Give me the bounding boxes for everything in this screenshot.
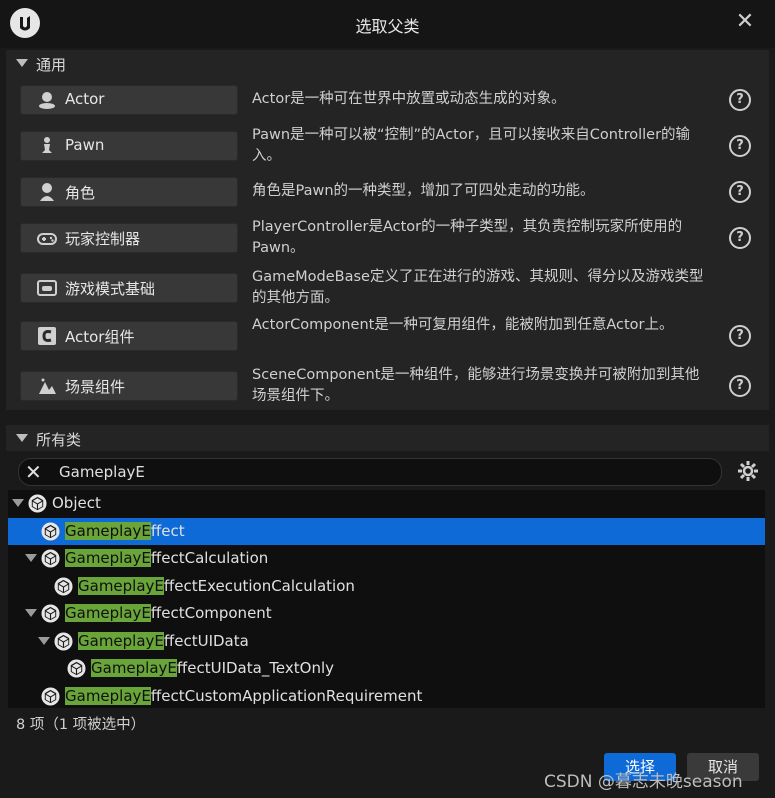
class-label: 场景组件: [65, 378, 126, 396]
class-cube-icon: [41, 604, 60, 623]
expand-arrow-icon[interactable]: [25, 609, 37, 617]
class-description: PlayerController是Actor的一种子类型，其负责控制玩家所使用的…: [252, 219, 683, 256]
class-cube-icon: [41, 549, 60, 568]
class-cube-icon: [54, 576, 73, 596]
class-label: Actor组件: [65, 328, 135, 346]
common-section-header[interactable]: 通用: [6, 50, 769, 76]
tree-item[interactable]: Object: [8, 490, 765, 517]
class-description: GameModeBase定义了正在进行的游戏、其规则、得分以及游戏类型的其他方面…: [252, 269, 704, 306]
search-match-highlight: GameplayE: [78, 576, 164, 595]
class-label: 玩家控制器: [65, 230, 141, 248]
tree-item-label: Object: [52, 494, 101, 512]
class-label: 游戏模式基础: [65, 280, 156, 298]
search-match-highlight: GameplayE: [65, 521, 151, 540]
help-icon[interactable]: ?: [729, 89, 751, 111]
scene-component-icon: [37, 376, 57, 396]
expand-arrow-icon[interactable]: [12, 499, 24, 507]
character-class-button[interactable]: 角色: [20, 177, 238, 207]
game-mode-icon: [37, 278, 57, 298]
class-description: ActorComponent是一种可复用组件，能被附加到任意Actor上。: [252, 317, 674, 333]
search-match-highlight: GameplayE: [65, 604, 151, 622]
tree-item[interactable]: GameplayEffectExecutionCalculation: [8, 573, 765, 600]
class-label: 角色: [65, 184, 96, 202]
class-cube-icon: [41, 686, 60, 706]
class-cube-icon: [28, 494, 47, 513]
tree-item[interactable]: GameplayEffectCalculation: [8, 545, 765, 572]
character-icon: [37, 182, 57, 202]
tree-item-label: GameplayEffectComponent: [65, 604, 272, 622]
tree-item-label: GameplayEffectUIData_TextOnly: [91, 659, 335, 677]
tree-item[interactable]: GameplayEffectCustomApplicationRequireme…: [8, 683, 765, 710]
game-mode-base-class-button[interactable]: 游戏模式基础: [20, 273, 238, 303]
class-search-input[interactable]: ✕ GameplayE: [18, 458, 722, 486]
help-icon[interactable]: ?: [729, 227, 751, 249]
actor-component-icon: [37, 326, 57, 346]
selection-status: 8 项（1 项被选中）: [16, 717, 146, 733]
tree-item-label: GameplayEffectUIData: [78, 631, 249, 650]
section-label: 所有类: [36, 431, 82, 449]
class-description: 角色是Pawn的一种类型，增加了可四处走动的功能。: [252, 183, 595, 199]
pawn-icon: [37, 136, 57, 156]
tree-item-label: GameplayEffectCustomApplicationRequireme…: [65, 686, 423, 705]
search-match-highlight: GameplayE: [65, 549, 151, 567]
actor-class-button[interactable]: Actor: [20, 85, 238, 115]
watermark: CSDN @暮志未晚season: [544, 772, 743, 792]
help-icon[interactable]: ?: [729, 135, 751, 157]
help-icon[interactable]: ?: [729, 181, 751, 203]
tree-item[interactable]: GameplayEffectUIData: [8, 628, 765, 655]
collapse-arrow-icon[interactable]: [16, 434, 28, 442]
close-icon[interactable]: ✕: [733, 10, 757, 34]
class-cube-icon: [41, 521, 60, 541]
class-cube-icon: [54, 631, 73, 651]
class-description: Pawn是一种可以被“控制”的Actor，且可以接收来自Controller的输…: [252, 127, 691, 164]
all-classes-section-header[interactable]: 所有类: [6, 425, 769, 451]
gamepad-icon: [37, 228, 57, 248]
search-match-highlight: GameplayE: [78, 631, 164, 650]
search-match-highlight: GameplayE: [91, 659, 177, 677]
class-description: Actor是一种可在世界中放置或动态生成的对象。: [252, 91, 566, 107]
actor-icon: [37, 90, 57, 110]
tree-item-label: GameplayEffectExecutionCalculation: [78, 576, 355, 595]
class-description: SceneComponent是一种组件，能够进行场景变换并可被附加到其他场景组件…: [252, 367, 700, 404]
actor-component-class-button[interactable]: Actor组件: [20, 321, 238, 351]
tree-item-label: GameplayEffect: [65, 521, 185, 540]
common-classes-panel: Actor Actor是一种可在世界中放置或动态生成的对象。 ? Pawn Pa…: [6, 76, 769, 410]
clear-search-icon[interactable]: ✕: [25, 460, 42, 484]
class-tree: Object GameplayEffect GameplayEffectCalcul…: [8, 490, 765, 708]
title-bar: 选取父类 ✕: [0, 0, 775, 48]
search-match-highlight: GameplayE: [65, 686, 151, 705]
tree-item[interactable]: GameplayEffect: [8, 517, 765, 545]
class-cube-icon: [67, 659, 86, 678]
player-controller-class-button[interactable]: 玩家控制器: [20, 223, 238, 253]
tree-item-label: GameplayEffectCalculation: [65, 549, 269, 567]
expand-arrow-icon[interactable]: [38, 636, 50, 645]
collapse-arrow-icon[interactable]: [16, 59, 28, 67]
help-icon[interactable]: ?: [729, 325, 751, 347]
tree-item[interactable]: GameplayEffectComponent: [8, 600, 765, 627]
help-icon[interactable]: ?: [729, 375, 751, 397]
section-label: 通用: [36, 56, 67, 74]
expand-arrow-icon[interactable]: [25, 554, 37, 562]
class-label: Actor: [65, 90, 105, 108]
search-value: GameplayE: [59, 463, 145, 481]
dialog-title: 选取父类: [355, 17, 420, 36]
tree-item[interactable]: GameplayEffectUIData_TextOnly: [8, 655, 765, 682]
class-label: Pawn: [65, 136, 105, 154]
gear-icon[interactable]: [737, 460, 759, 482]
pawn-class-button[interactable]: Pawn: [20, 131, 238, 161]
scene-component-class-button[interactable]: 场景组件: [20, 371, 238, 401]
